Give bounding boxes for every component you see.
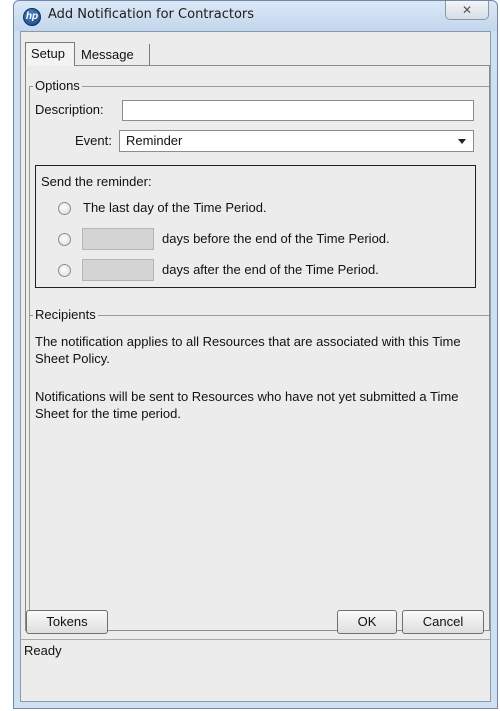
dialog-window: hp Add Notification for Contractors ✕ Se…	[13, 0, 498, 709]
close-icon: ✕	[461, 3, 473, 17]
radio-last-day[interactable]	[58, 202, 71, 215]
radio-days-before-label: days before the end of the Time Period.	[162, 231, 390, 246]
event-label: Event:	[75, 133, 112, 148]
description-input[interactable]	[122, 100, 474, 121]
setup-tab-panel: Options Description: Event: Reminder Sen…	[25, 65, 490, 631]
title-bar: hp Add Notification for Contractors ✕	[14, 1, 497, 31]
chevron-down-icon[interactable]	[458, 139, 466, 144]
recipients-paragraph-1: The notification applies to all Resource…	[35, 334, 461, 366]
dialog-body: Setup Message Options Description: Event…	[20, 31, 491, 702]
tab-message[interactable]: Message	[76, 44, 150, 66]
days-before-input[interactable]	[82, 228, 154, 250]
window-title: Add Notification for Contractors	[48, 7, 255, 22]
reminder-box: Send the reminder: The last day of the T…	[35, 165, 476, 288]
description-label: Description:	[35, 102, 104, 117]
options-group-label: Options	[33, 78, 82, 94]
close-button[interactable]: ✕	[445, 1, 489, 20]
ok-button[interactable]: OK	[337, 610, 397, 634]
options-group: Options Description: Event: Reminder Sen…	[29, 78, 489, 337]
tokens-button[interactable]: Tokens	[26, 610, 108, 634]
recipients-group-label: Recipients	[33, 307, 98, 323]
radio-last-day-label: The last day of the Time Period.	[83, 200, 267, 215]
radio-days-after-label: days after the end of the Time Period.	[162, 262, 379, 277]
status-bar: Ready	[21, 639, 490, 663]
event-selected-value: Reminder	[126, 133, 183, 148]
days-after-input[interactable]	[82, 259, 154, 281]
radio-days-after[interactable]	[58, 264, 71, 277]
recipients-paragraph-2: Notifications will be sent to Resources …	[35, 389, 459, 421]
hp-app-icon: hp	[23, 8, 41, 26]
radio-days-before[interactable]	[58, 233, 71, 246]
event-select[interactable]: Reminder	[119, 130, 474, 152]
recipients-group: Recipients The notification applies to a…	[29, 307, 489, 625]
cancel-button[interactable]: Cancel	[402, 610, 484, 634]
tab-setup[interactable]: Setup	[25, 42, 75, 66]
reminder-heading: Send the reminder:	[41, 174, 152, 189]
